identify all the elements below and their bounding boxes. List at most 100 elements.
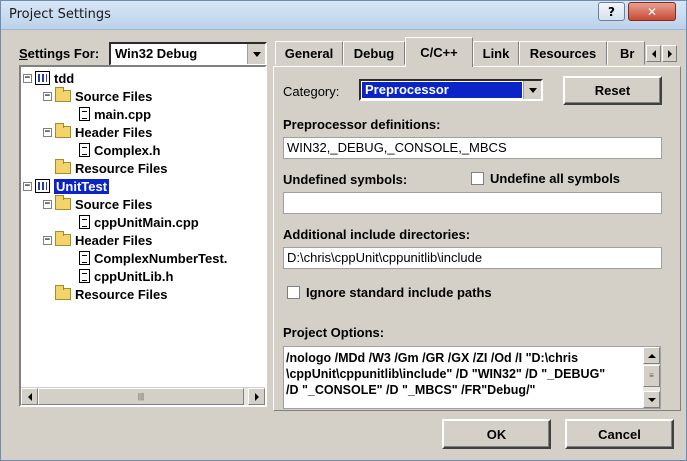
header-file-icon <box>79 251 90 265</box>
folder-icon <box>55 123 71 138</box>
tree-item-label: Header Files <box>75 124 153 140</box>
tree-item-source-files[interactable]: − Source Files <box>43 195 152 213</box>
project-options-line: /nologo /MDd /W3 /Gm /GR /GX /ZI /Od /I … <box>286 351 579 365</box>
tree-item-main-cpp[interactable]: main.cpp <box>79 105 151 123</box>
close-button[interactable]: ✕ <box>628 2 676 21</box>
category-combo[interactable]: Preprocessor <box>359 79 543 101</box>
tree-item-label: UnitTest <box>54 178 110 194</box>
collapse-icon[interactable]: − <box>43 91 52 101</box>
project-tree[interactable]: − tdd − Source Files main.cpp − Header F… <box>19 65 267 407</box>
tree-horizontal-scrollbar[interactable]: ||| <box>21 387 265 405</box>
close-icon: ✕ <box>646 4 658 19</box>
options-vertical-scrollbar[interactable]: ≡ <box>643 347 660 408</box>
arrow-left-icon <box>27 392 32 401</box>
category-label: Category: <box>283 84 340 99</box>
tree-item-complexnumbertest[interactable]: ComplexNumberTest. <box>79 249 227 267</box>
tab-c-cpp[interactable]: C/C++ <box>405 37 473 67</box>
collapse-icon[interactable]: − <box>23 181 32 191</box>
tab-resources[interactable]: Resources <box>519 41 607 65</box>
folder-icon <box>55 195 71 210</box>
cpp-file-icon <box>79 215 90 229</box>
arrow-down-icon <box>647 397 656 402</box>
project-options-textbox[interactable]: /nologo /MDd /W3 /Gm /GR /GX /ZI /Od /I … <box>283 346 661 409</box>
additional-include-label: Additional include directories: <box>283 227 471 242</box>
folder-icon <box>55 159 71 174</box>
preprocessor-definitions-label: Preprocessor definitions: <box>283 117 441 132</box>
window-title: Project Settings <box>9 7 111 22</box>
settings-for-combo[interactable]: Win32 Debug <box>109 42 267 66</box>
project-icon <box>35 179 50 193</box>
undefined-symbols-field[interactable] <box>283 192 662 214</box>
tree-item-resource-files[interactable]: Resource Files <box>55 159 168 177</box>
folder-icon <box>55 285 71 300</box>
tab-link[interactable]: Link <box>473 41 519 65</box>
undefine-all-symbols-label: Undefine all symbols <box>490 171 621 186</box>
arrow-right-icon <box>254 392 259 401</box>
additional-include-field[interactable]: D:\chris\cppUnit\cppunitlib\include <box>283 247 662 269</box>
ignore-standard-include-checkbox[interactable] <box>287 286 300 299</box>
scroll-left-button[interactable] <box>21 388 38 405</box>
cancel-button[interactable]: Cancel <box>565 419 674 449</box>
tab-general[interactable]: General <box>275 41 343 65</box>
tree-item-label: Source Files <box>75 196 153 212</box>
project-icon <box>35 71 50 85</box>
tree-item-label: cppUnitLib.h <box>94 268 174 284</box>
tree-item-cppunitmain-cpp[interactable]: cppUnitMain.cpp <box>79 213 199 231</box>
tree-item-label: tdd <box>54 70 75 86</box>
undefine-all-symbols-checkbox[interactable] <box>471 172 484 185</box>
scroll-up-button[interactable] <box>643 347 660 364</box>
collapse-icon[interactable]: − <box>43 127 52 137</box>
tree-item-label: Header Files <box>75 232 153 248</box>
settings-for-label: Settings For: <box>19 46 100 61</box>
tree-item-complex-h[interactable]: Complex.h <box>79 141 160 159</box>
project-options-line: \cppUnit\cppunitlib\include" /D "WIN32" … <box>286 367 606 381</box>
help-button[interactable]: ? <box>598 2 625 21</box>
project-options-line: /D "_CONSOLE" /D "_MBCS" /FR"Debug/" <box>286 383 536 397</box>
chevron-down-icon[interactable] <box>247 44 265 64</box>
chevron-down-icon[interactable] <box>523 81 541 99</box>
title-bar[interactable]: Project Settings ? ✕ <box>1 1 686 30</box>
folder-icon <box>55 87 71 102</box>
header-file-icon <box>79 269 90 283</box>
dialog-body: Settings For: Win32 Debug − tdd − Source… <box>7 35 681 453</box>
help-icon: ? <box>608 4 615 19</box>
tab-browse-info[interactable]: Br <box>607 41 645 65</box>
tree-item-source-files[interactable]: − Source Files <box>43 87 152 105</box>
tab-debug[interactable]: Debug <box>343 41 405 65</box>
reset-button[interactable]: Reset <box>563 76 662 105</box>
header-file-icon <box>79 143 90 157</box>
ok-button[interactable]: OK <box>442 419 551 449</box>
project-settings-window: Project Settings ? ✕ Settings For: Win32… <box>0 0 687 461</box>
scroll-thumb[interactable]: ≡ <box>643 365 660 387</box>
tree-item-cppunitlib-h[interactable]: cppUnitLib.h <box>79 267 173 285</box>
tab-scroll-right-button[interactable] <box>662 45 677 62</box>
tab-scroll-left-button[interactable] <box>646 45 661 62</box>
collapse-icon[interactable]: − <box>43 199 52 209</box>
tree-item-header-files[interactable]: − Header Files <box>43 231 152 249</box>
settings-for-pane: Settings For: Win32 Debug − tdd − Source… <box>15 35 267 411</box>
tree-item-unittest[interactable]: − UnitTest <box>23 177 110 195</box>
tree-item-label: Resource Files <box>75 286 168 302</box>
tree-item-label: ComplexNumberTest. <box>94 250 228 266</box>
collapse-icon[interactable]: − <box>43 235 52 245</box>
scroll-right-button[interactable] <box>248 388 265 405</box>
folder-icon <box>55 231 71 246</box>
collapse-icon[interactable]: − <box>23 73 32 83</box>
arrow-right-icon <box>667 49 672 58</box>
tree-item-resource-files[interactable]: Resource Files <box>55 285 168 303</box>
undefined-symbols-label: Undefined symbols: <box>283 172 408 187</box>
tree-item-label: main.cpp <box>94 106 152 122</box>
tree-item-label: Complex.h <box>94 142 161 158</box>
scroll-down-button[interactable] <box>643 391 660 408</box>
tree-item-header-files[interactable]: − Header Files <box>43 123 152 141</box>
tree-item-label: Source Files <box>75 88 153 104</box>
scroll-thumb[interactable]: ||| <box>38 388 244 405</box>
ignore-standard-include-label: Ignore standard include paths <box>306 285 492 300</box>
tree-item-tdd[interactable]: − tdd <box>23 69 74 87</box>
preprocessor-definitions-field[interactable]: WIN32,_DEBUG,_CONSOLE,_MBCS <box>283 137 662 159</box>
cpp-file-icon <box>79 107 90 121</box>
settings-for-value: Win32 Debug <box>115 46 198 61</box>
settings-tabs: General Debug C/C++ Link Resources Br <box>273 37 681 69</box>
category-value: Preprocessor <box>362 82 522 98</box>
project-options-label: Project Options: <box>283 325 385 340</box>
